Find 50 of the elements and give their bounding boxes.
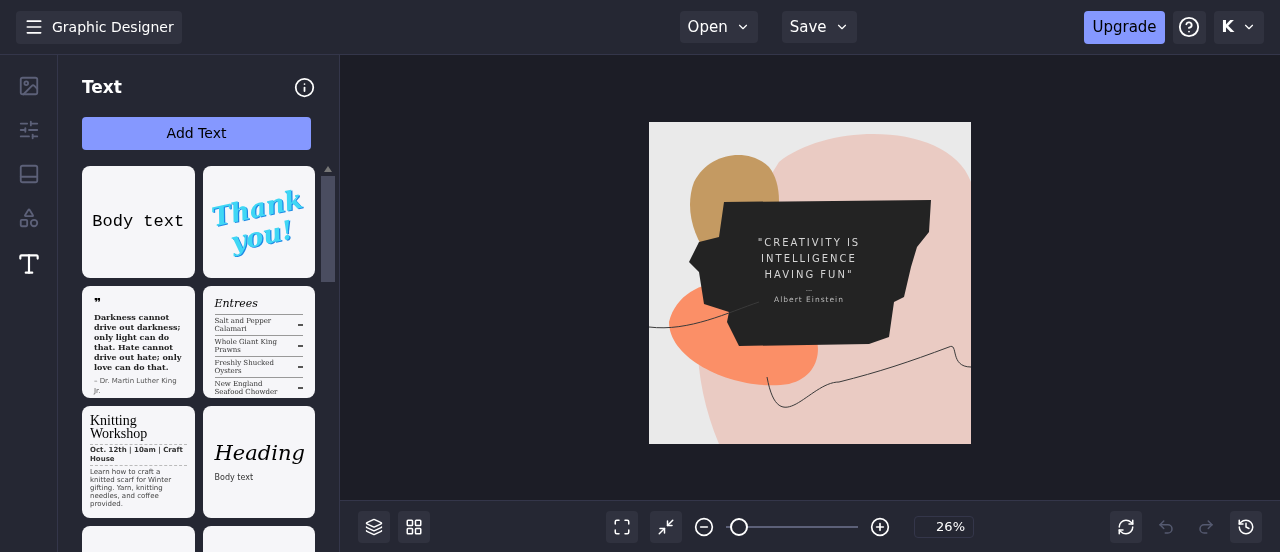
refresh-button[interactable]	[1110, 510, 1142, 543]
quote-mark: ❞	[94, 297, 103, 308]
layout-tool-button[interactable]	[17, 163, 40, 185]
price-mark	[298, 344, 303, 347]
help-icon	[1178, 16, 1201, 38]
shapes-tool-button[interactable]	[17, 207, 40, 229]
app-menu-button[interactable]: Graphic Designer	[16, 10, 182, 44]
history-button[interactable]	[1230, 510, 1262, 543]
price-mark	[298, 386, 303, 389]
zoom-in-icon[interactable]	[870, 516, 890, 537]
info-icon[interactable]	[294, 77, 315, 99]
body-text: Body text	[214, 471, 255, 484]
redo-icon	[1197, 517, 1215, 536]
quote-text: "CREATIVITY IS INTELLIGENCE HAVING FUN"	[756, 235, 862, 282]
adjust-tool-button[interactable]	[17, 119, 40, 141]
event-title: Knitting Workshop	[90, 413, 149, 440]
quote-text: Darkness cannot drive out darkness; only light can do that. Hate cannot drive out hate; only love can do that.	[94, 311, 183, 372]
slider-thumb[interactable]	[730, 517, 749, 536]
template-text: Body text	[92, 210, 185, 233]
shrink-icon	[657, 517, 675, 536]
account-button[interactable]: K	[1213, 10, 1264, 44]
grid-button[interactable]	[398, 510, 430, 543]
panel-title: Text	[82, 76, 122, 99]
template-card[interactable]: Heading Body text	[202, 405, 315, 518]
template-card[interactable]: Body text	[82, 165, 195, 278]
layers-icon	[365, 517, 383, 536]
zoom-field[interactable]: 26%	[914, 515, 974, 538]
layers-button[interactable]	[358, 510, 390, 543]
fit-screen-button[interactable]	[606, 510, 638, 543]
add-text-button[interactable]: Add Text	[82, 116, 311, 150]
expand-icon	[613, 517, 631, 536]
upgrade-button[interactable]: Upgrade	[1084, 10, 1165, 44]
scroll-up-icon[interactable]	[324, 165, 332, 172]
save-button[interactable]: Save	[781, 11, 857, 43]
template-text: Thank you!	[208, 184, 306, 259]
history-icon	[1237, 517, 1255, 536]
undo-icon	[1157, 517, 1175, 536]
zoom-out-icon[interactable]	[694, 516, 714, 537]
image-tool-button[interactable]	[17, 75, 40, 97]
shrink-button[interactable]	[650, 510, 682, 543]
price-mark	[298, 365, 303, 368]
heading-text: Heading	[214, 439, 306, 467]
zoom-slider[interactable]	[726, 517, 858, 536]
grid-icon	[405, 517, 423, 536]
help-button[interactable]	[1172, 10, 1206, 44]
price-mark	[298, 323, 303, 326]
refresh-icon	[1117, 517, 1135, 536]
menu-title: Entrees	[214, 297, 259, 310]
open-button[interactable]: Open	[679, 11, 758, 43]
menu-icon	[24, 17, 44, 37]
